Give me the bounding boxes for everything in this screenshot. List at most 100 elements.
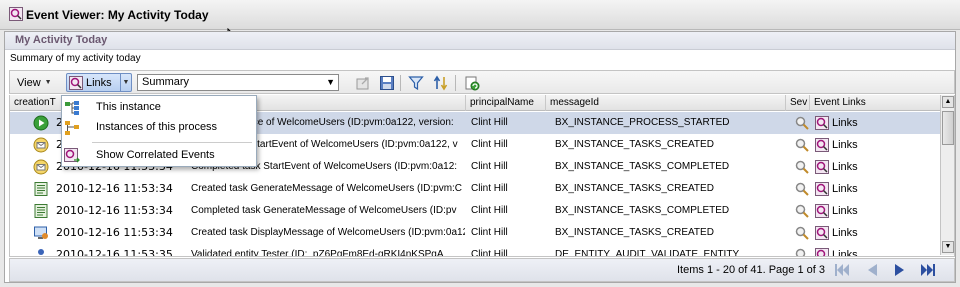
- filter-icon[interactable]: [408, 75, 424, 91]
- save-icon[interactable]: [379, 75, 395, 91]
- links-icon: [69, 75, 83, 90]
- pagination-info: Items 1 - 20 of 41. Page 1 of 3: [677, 264, 825, 276]
- pagination-bar: Items 1 - 20 of 41. Page 1 of 3: [9, 258, 955, 282]
- cell-message-id: DE_ENTITY_AUDIT_VALIDATE_ENTITY: [555, 249, 740, 257]
- document-icon: [34, 182, 48, 196]
- magnifier-icon[interactable]: [795, 138, 809, 152]
- window-titlebar: Event Viewer: My Activity Today: [0, 0, 960, 30]
- cell-creation-time: 2010-12-16 11:53:35: [56, 248, 173, 257]
- panel-header: My Activity Today: [5, 32, 955, 50]
- previous-page-icon[interactable]: [864, 263, 880, 277]
- links-dropdown-toggle[interactable]: ▼: [120, 74, 131, 91]
- process-tree-icon: [65, 121, 79, 135]
- scroll-thumb[interactable]: [942, 111, 954, 145]
- links-label: Links: [832, 205, 858, 217]
- toolbar: View ▼ Links ▼ Summary ▼: [9, 70, 955, 94]
- view-button-label: View: [17, 76, 41, 89]
- links-dropdown-menu: This instance Instances of this process …: [61, 95, 257, 167]
- cell-creation-time: 2010-12-16 11:53:34: [56, 182, 173, 195]
- monitor-user-icon: [34, 226, 48, 239]
- cell-principal-name: Clint Hill: [471, 205, 508, 216]
- scroll-up-arrow-icon[interactable]: ▲: [942, 96, 954, 108]
- cell-principal-name: Clint Hill: [471, 249, 508, 257]
- cell-message-id: BX_INSTANCE_TASKS_CREATED: [555, 139, 714, 150]
- magnifier-icon[interactable]: [795, 160, 809, 174]
- chevron-down-icon: ▼: [326, 77, 335, 87]
- table-row[interactable]: 2010-12-16 11:53:35 Validated entity Test…: [10, 244, 942, 257]
- event-links-link[interactable]: Links: [815, 115, 858, 131]
- links-button-label: Links: [86, 76, 112, 89]
- links-icon: [815, 248, 829, 256]
- menu-item-this-instance[interactable]: This instance: [62, 98, 256, 118]
- event-links-link[interactable]: Links: [815, 137, 858, 153]
- links-label: Links: [832, 227, 858, 239]
- links-label: Links: [832, 183, 858, 195]
- column-header-event-links[interactable]: Event Links: [810, 95, 942, 111]
- cell-principal-name: Clint Hill: [471, 161, 508, 172]
- table-row[interactable]: 2010-12-16 11:53:34 Completed task Genera…: [10, 200, 942, 222]
- vertical-scrollbar[interactable]: ▲ ▼: [940, 95, 954, 255]
- links-icon: [815, 226, 829, 240]
- links-menu-button[interactable]: Links ▼: [66, 73, 132, 92]
- cell-message-id: BX_INSTANCE_TASKS_COMPLETED: [555, 205, 730, 216]
- menu-item-label: Show Correlated Events: [96, 149, 215, 161]
- menu-item-label: This instance: [96, 101, 161, 113]
- links-label: Links: [832, 139, 858, 151]
- links-icon: [815, 138, 829, 152]
- user-icon: [38, 249, 44, 255]
- summary-select[interactable]: Summary ▼: [137, 74, 339, 91]
- scroll-down-arrow-icon[interactable]: ▼: [942, 241, 954, 253]
- chevron-down-icon: ▼: [44, 79, 52, 86]
- links-label: Links: [832, 161, 858, 173]
- column-header-principal-name[interactable]: principalName: [466, 95, 546, 111]
- cell-message-id: BX_INSTANCE_TASKS_CREATED: [555, 227, 714, 238]
- event-links-link[interactable]: Links: [815, 181, 858, 197]
- cell-message-id: BX_INSTANCE_TASKS_CREATED: [555, 183, 714, 194]
- magnifier-icon[interactable]: [795, 204, 809, 218]
- panel-subtitle: Summary of my activity today: [10, 53, 141, 64]
- view-menu-button[interactable]: View ▼: [17, 74, 59, 91]
- correlated-events-icon: [64, 148, 80, 163]
- cell-creation-time: 2010-12-16 11:53:34: [56, 226, 173, 239]
- envelope-icon: [33, 159, 49, 175]
- links-icon: [815, 160, 829, 174]
- next-page-icon[interactable]: [892, 263, 908, 277]
- table-row[interactable]: 2010-12-16 11:53:34 Created task DisplayM…: [10, 222, 942, 244]
- column-header-creation-time[interactable]: creationT: [10, 95, 68, 111]
- menu-item-label: Instances of this process: [96, 121, 218, 133]
- cell-message-id: BX_INSTANCE_TASKS_COMPLETED: [555, 161, 730, 172]
- links-icon: [815, 204, 829, 218]
- last-page-icon[interactable]: [920, 263, 936, 277]
- cell-message-id: BX_INSTANCE_PROCESS_STARTED: [555, 117, 730, 128]
- column-header-message-id[interactable]: messageId: [546, 95, 786, 111]
- cell-description: Completed task GenerateMessage of Welcom…: [191, 205, 457, 216]
- cell-principal-name: Clint Hill: [471, 183, 508, 194]
- table-row[interactable]: 2010-12-16 11:53:34 Created task Generate…: [10, 178, 942, 200]
- summary-select-value: Summary: [142, 76, 190, 88]
- tree-icon: [65, 101, 79, 115]
- menu-item-instances-of-process[interactable]: Instances of this process: [62, 118, 256, 138]
- links-icon: [815, 182, 829, 196]
- links-icon: [815, 116, 829, 130]
- links-label: Links: [832, 249, 858, 257]
- window-title: Event Viewer: My Activity Today: [26, 8, 209, 22]
- sort-icon[interactable]: [433, 75, 449, 91]
- magnifier-icon[interactable]: [795, 226, 809, 240]
- play-icon: [33, 115, 49, 131]
- cell-creation-time: 2010-12-16 11:53:34: [56, 204, 173, 217]
- panel-title: My Activity Today: [15, 34, 108, 46]
- menu-item-show-correlated-events[interactable]: Show Correlated Events: [62, 146, 256, 166]
- first-page-icon[interactable]: [834, 263, 850, 277]
- magnifier-icon[interactable]: [795, 248, 809, 257]
- magnifier-icon[interactable]: [795, 182, 809, 196]
- magnifier-icon[interactable]: [795, 116, 809, 130]
- column-header-severity[interactable]: Sev: [786, 95, 810, 111]
- event-links-link[interactable]: Links: [815, 247, 858, 257]
- event-links-link[interactable]: Links: [815, 225, 858, 241]
- refresh-icon[interactable]: [464, 75, 480, 91]
- export-icon[interactable]: [355, 75, 371, 91]
- event-links-link[interactable]: Links: [815, 159, 858, 175]
- cell-principal-name: Clint Hill: [471, 117, 508, 128]
- toolbar-divider: [455, 75, 456, 91]
- event-links-link[interactable]: Links: [815, 203, 858, 219]
